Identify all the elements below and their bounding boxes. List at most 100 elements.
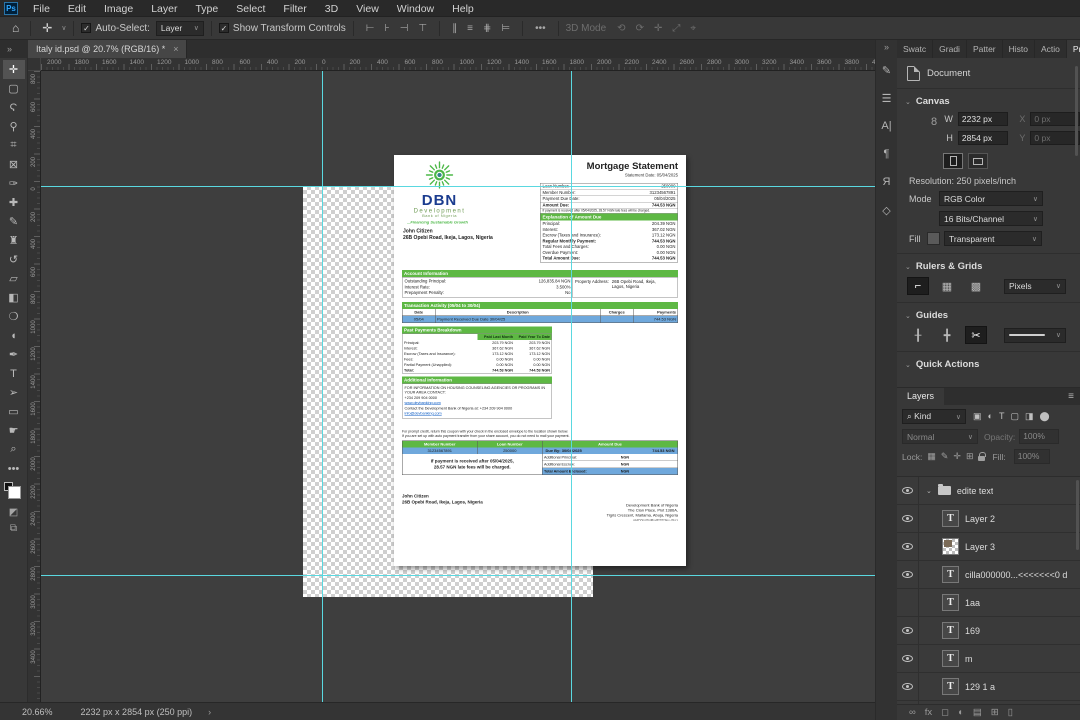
rectangle-tool[interactable]: ▭ [3,402,25,421]
object-selection-tool[interactable]: ⚲ [3,117,25,136]
menu-help[interactable]: Help [443,3,483,15]
layer-mask-icon[interactable]: ◻ [941,707,949,718]
horizontal-ruler[interactable]: 2000 1800 1600 1400 1200 1000 800 600 400 200 0 200… [28,58,875,71]
panel-tab-patter[interactable]: Patter [966,40,1003,58]
menu-layer[interactable]: Layer [142,3,186,15]
guide-vertical-1[interactable] [322,71,323,702]
glyphs-panel-icon[interactable]: Я [877,170,897,194]
menu-view[interactable]: View [347,3,388,15]
panel-tab-actio[interactable]: Actio [1035,40,1067,58]
filter-type-layers-icon[interactable]: T [997,411,1007,422]
align-top-icon[interactable]: ⊤ [413,23,432,34]
visibility-toggle[interactable] [897,645,919,672]
quick-mask-icon[interactable]: ◩ [3,504,25,520]
link-layers-icon[interactable]: ∞ [909,707,916,718]
lock-guides-icon[interactable]: ✂ [965,326,987,344]
visibility-toggle[interactable] [897,505,919,532]
visibility-toggle[interactable] [897,561,919,588]
dodge-tool[interactable]: ◖ [3,326,25,345]
filter-adjustment-layers-icon[interactable]: ◐ [986,411,995,422]
lock-pixels-icon[interactable]: ✎ [941,451,949,462]
menu-image[interactable]: Image [95,3,142,15]
filter-shape-layers-icon[interactable]: ▢ [1008,411,1021,422]
properties-scrollbar[interactable] [1075,66,1078,156]
distribute-h-icon[interactable]: ∥ [447,23,462,34]
background-color-swatch[interactable] [7,486,21,499]
brush-tool[interactable]: ✎ [3,212,25,231]
align-center-h-icon[interactable]: ⊦ [379,23,394,34]
vertical-ruler[interactable]: 800 600 400 200 0 200 400 600 800 1000 1200 1400 160… [28,71,41,702]
link-dimensions-icon[interactable]: 8 [931,116,937,128]
screen-mode-icon[interactable]: ⧉ [3,520,25,536]
guide-layout-icon[interactable]: ╋ [936,326,958,344]
panel-tab-gradi[interactable]: Gradi [933,40,967,58]
filter-pixel-layers-icon[interactable]: ▣ [971,411,984,422]
mortgage-statement-document[interactable]: DBN Development Bank of Nigeria ...Finan… [394,155,686,566]
guide-style-dropdown[interactable]: ∨ [1004,327,1066,343]
menu-type[interactable]: Type [186,3,227,15]
distribute-v-icon[interactable]: ≡ [462,23,478,34]
healing-brush-tool[interactable]: ✚ [3,193,25,212]
history-brush-tool[interactable]: ↺ [3,250,25,269]
tab-layers[interactable]: Layers [897,388,945,405]
grid-toggle-icon[interactable]: ▦ [936,277,958,295]
lasso-tool[interactable]: Ϛ [3,98,25,117]
menu-file[interactable]: File [24,3,59,15]
layers-scrollbar[interactable] [1076,480,1079,550]
panel-menu-icon[interactable]: ≡ [1062,388,1080,405]
visibility-toggle[interactable] [897,617,919,644]
guide-horizontal-1[interactable] [41,186,875,187]
guide-vertical-2[interactable] [571,71,572,702]
fill-dropdown[interactable]: Transparent ∨ [944,231,1042,246]
bit-depth-dropdown[interactable]: 16 Bits/Channel ∨ [939,211,1043,226]
layer-effects-icon[interactable]: fx [925,707,932,718]
clone-stamp-tool[interactable]: ♜ [3,231,25,250]
hand-tool[interactable]: ☛ [3,421,25,440]
libraries-panel-icon[interactable]: ◇ [877,198,897,222]
visibility-toggle[interactable] [897,589,919,616]
align-left-icon[interactable]: ⊢ [361,23,380,34]
width-field[interactable]: 2232 px [957,112,1008,126]
ruler-units-dropdown[interactable]: Pixels ∨ [1004,278,1066,294]
auto-select-target-dropdown[interactable]: Layer ∨ [155,20,204,36]
group-layers-icon[interactable]: ▤ [973,707,982,718]
eraser-tool[interactable]: ▱ [3,269,25,288]
canvas-area[interactable]: DBN Development Bank of Nigeria ...Finan… [41,71,875,702]
orientation-portrait-button[interactable] [943,153,963,169]
document-tab[interactable]: Italy id.psd @ 20.7% (RGB/16) * × [28,40,188,58]
pen-tool[interactable]: ✒ [3,345,25,364]
zoom-tool[interactable]: ⌕ [3,440,25,459]
rulers-grids-section-header[interactable]: ⌄ Rulers & Grids [905,261,1080,272]
adjustment-layer-icon[interactable]: ◐ [958,707,964,718]
panel-tab-properties[interactable]: Properties [1066,40,1080,58]
move-tool-icon[interactable]: ✛ [38,21,56,35]
layer-row-4[interactable]: Tcilla000000...<<<<<<<0 d [897,561,1080,589]
chevron-down-icon[interactable]: ∨ [61,24,66,32]
layer-row-5[interactable]: T 1aa [897,589,1080,617]
statement-link[interactable]: info@devbanking.com [405,411,550,416]
close-icon[interactable]: × [173,44,178,54]
menu-select[interactable]: Select [227,3,274,15]
layer-filter-kind-dropdown[interactable]: ⌕ Kind ∨ [902,409,966,424]
edit-toolbar-button[interactable]: ••• [3,459,25,478]
frame-tool[interactable]: ⊠ [3,155,25,174]
delete-layer-icon[interactable]: ▯ [1008,707,1013,718]
dock-collapse-icon[interactable]: » [884,40,889,54]
menu-3d[interactable]: 3D [316,3,347,15]
layer-row-8[interactable]: T 129 1 a [897,673,1080,701]
height-field[interactable]: 2854 px [957,131,1008,145]
guides-section-header[interactable]: ⌄ Guides [905,310,1080,321]
paragraph-panel-icon[interactable]: ¶ [877,142,897,166]
panel-tab-swatc[interactable]: Swatc [897,40,934,58]
quick-actions-section-header[interactable]: ⌄ Quick Actions [905,359,1080,370]
add-guides-icon[interactable]: ╂ [907,326,929,344]
color-mode-dropdown[interactable]: RGB Color ∨ [939,191,1043,206]
ruler-origin-corner[interactable] [28,58,41,71]
menu-window[interactable]: Window [388,3,443,15]
more-options-icon[interactable]: ••• [530,23,551,34]
lock-artboard-icon[interactable]: ⊞ [966,451,974,462]
guide-horizontal-2[interactable] [41,575,875,576]
auto-select-checkbox[interactable]: ✓ [81,23,92,33]
filter-smart-objects-icon[interactable]: ◨ [1023,411,1036,422]
canvas-section-header[interactable]: ⌄ Canvas [905,96,1080,107]
